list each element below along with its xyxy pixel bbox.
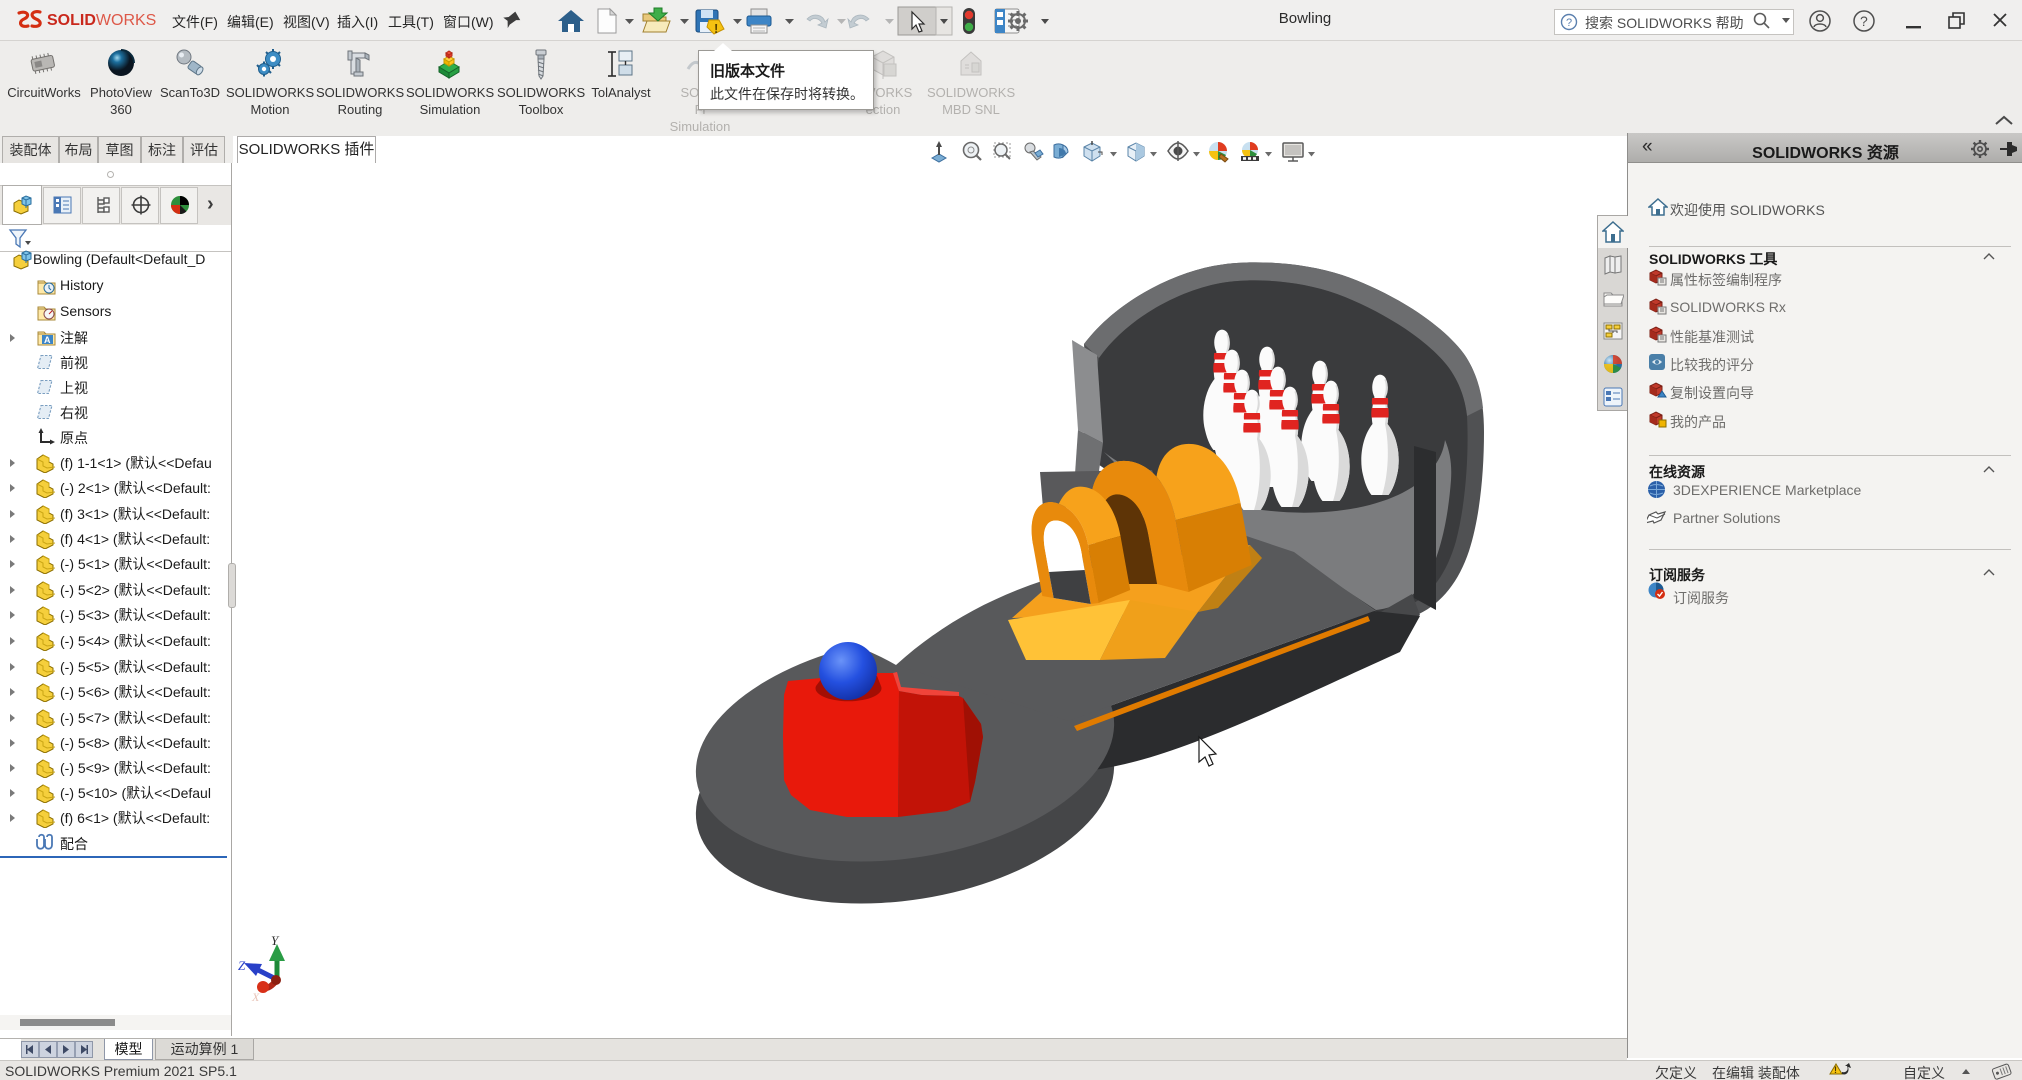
- svg-text:!: !: [1834, 1065, 1837, 1075]
- svg-text:Z: Z: [238, 958, 246, 973]
- svg-text:Y: Y: [271, 933, 280, 948]
- svg-text:A: A: [44, 335, 51, 345]
- svg-text:X: X: [251, 990, 260, 1004]
